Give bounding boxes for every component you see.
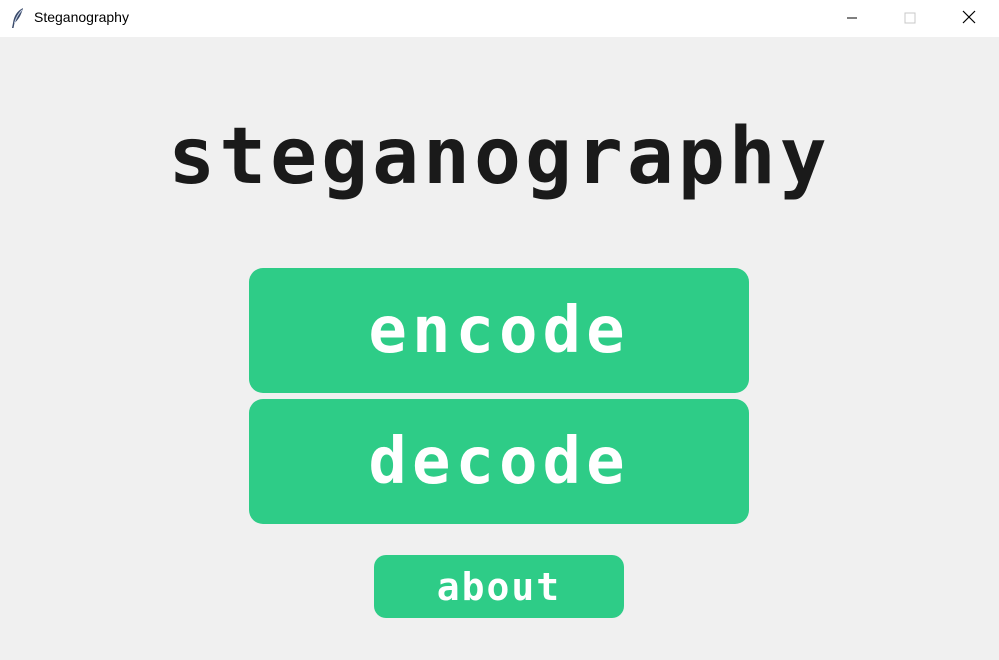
about-button[interactable]: about xyxy=(374,555,624,618)
close-icon xyxy=(962,9,976,28)
feather-icon xyxy=(10,7,26,29)
app-window: Steganography steganography encode decod… xyxy=(0,0,999,660)
maximize-button[interactable] xyxy=(881,0,939,37)
close-button[interactable] xyxy=(939,0,999,37)
main-panel: steganography encode decode about xyxy=(0,37,999,660)
decode-button[interactable]: decode xyxy=(249,399,749,524)
maximize-icon xyxy=(904,9,916,28)
page-title: steganography xyxy=(168,112,831,202)
minimize-button[interactable] xyxy=(823,0,881,37)
window-title: Steganography xyxy=(34,9,129,25)
encode-button[interactable]: encode xyxy=(249,268,749,393)
minimize-icon xyxy=(846,9,858,28)
title-bar[interactable]: Steganography xyxy=(0,0,999,37)
